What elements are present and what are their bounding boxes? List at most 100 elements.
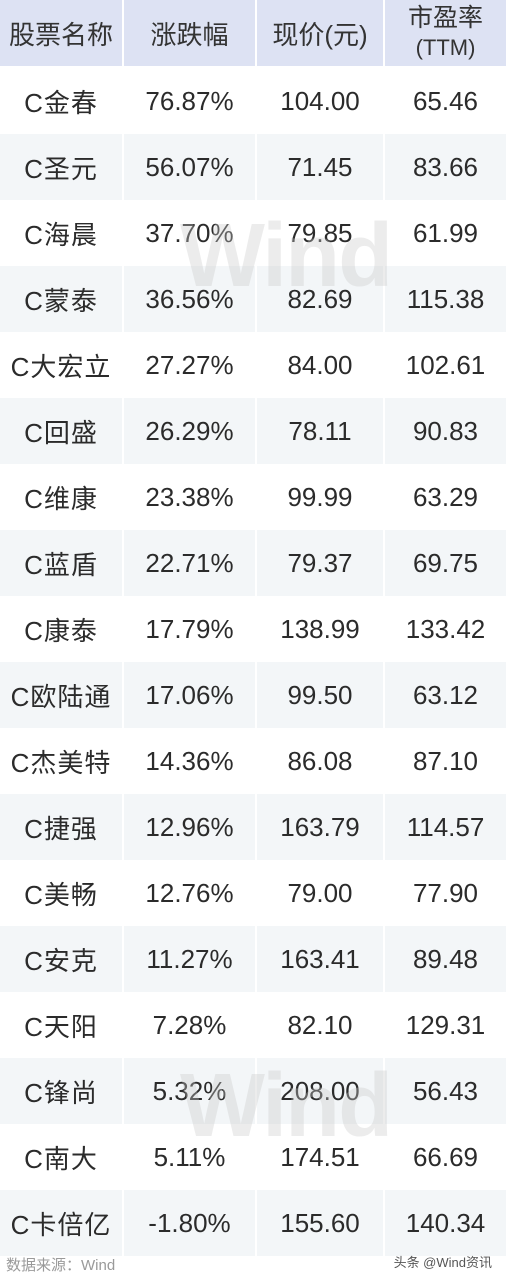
pe-cell: 102.61 (385, 332, 506, 398)
change-cell: 76.87% (124, 68, 257, 134)
header-pe: 市盈率 (TTM) (385, 0, 506, 66)
pe-cell: 63.29 (385, 464, 506, 530)
pe-cell: 90.83 (385, 398, 506, 464)
header-price: 现价(元) (257, 0, 385, 66)
price-cell: 99.50 (257, 662, 385, 728)
stock-name-cell: C捷强 (0, 794, 124, 860)
table-row: C回盛 26.29% 78.11 90.83 (0, 398, 506, 464)
price-cell: 208.00 (257, 1058, 385, 1124)
change-cell: 17.06% (124, 662, 257, 728)
table-body: C金春 76.87% 104.00 65.46 C圣元 56.07% 71.45 83.66 C… (0, 68, 506, 1256)
header-change: 涨跌幅 (124, 0, 257, 66)
stock-name-cell: C杰美特 (0, 728, 124, 794)
pe-cell: 115.38 (385, 266, 506, 332)
pe-cell: 56.43 (385, 1058, 506, 1124)
change-cell: 12.76% (124, 860, 257, 926)
table-row: C蓝盾 22.71% 79.37 69.75 (0, 530, 506, 596)
stock-name-cell: C安克 (0, 926, 124, 992)
stock-table: 股票名称 涨跌幅 现价(元) 市盈率 (TTM) C金春 76.87% 104.00… (0, 0, 506, 1256)
change-cell: 27.27% (124, 332, 257, 398)
stock-name-cell: C天阳 (0, 992, 124, 1058)
price-cell: 71.45 (257, 134, 385, 200)
stock-name-cell: C康泰 (0, 596, 124, 662)
table-row: C卡倍亿 -1.80% 155.60 140.34 (0, 1190, 506, 1256)
price-cell: 155.60 (257, 1190, 385, 1256)
table-row: C安克 11.27% 163.41 89.48 (0, 926, 506, 992)
data-source-note: 数据来源：Wind (6, 1257, 116, 1274)
stock-name-cell: C卡倍亿 (0, 1190, 124, 1256)
table-row: C捷强 12.96% 163.79 114.57 (0, 794, 506, 860)
change-cell: 36.56% (124, 266, 257, 332)
table-header: 股票名称 涨跌幅 现价(元) 市盈率 (TTM) (0, 0, 506, 68)
table-row: C康泰 17.79% 138.99 133.42 (0, 596, 506, 662)
header-pe-label: 市盈率 (407, 4, 483, 32)
price-cell: 99.99 (257, 464, 385, 530)
pe-cell: 69.75 (385, 530, 506, 596)
table-row: C圣元 56.07% 71.45 83.66 (0, 134, 506, 200)
pe-cell: 83.66 (385, 134, 506, 200)
change-cell: 26.29% (124, 398, 257, 464)
header-stock-name: 股票名称 (0, 0, 124, 66)
header-pe-ttm: (TTM) (415, 35, 476, 60)
change-cell: 5.32% (124, 1058, 257, 1124)
price-cell: 174.51 (257, 1124, 385, 1190)
stock-name-cell: C锋尚 (0, 1058, 124, 1124)
stock-name-cell: C金春 (0, 68, 124, 134)
stock-name-cell: C美畅 (0, 860, 124, 926)
pe-cell: 133.42 (385, 596, 506, 662)
table-row: C杰美特 14.36% 86.08 87.10 (0, 728, 506, 794)
pe-cell: 87.10 (385, 728, 506, 794)
table-row: C蒙泰 36.56% 82.69 115.38 (0, 266, 506, 332)
stock-name-cell: C蒙泰 (0, 266, 124, 332)
change-cell: 12.96% (124, 794, 257, 860)
price-cell: 86.08 (257, 728, 385, 794)
change-cell: 11.27% (124, 926, 257, 992)
price-cell: 79.37 (257, 530, 385, 596)
change-cell: -1.80% (124, 1190, 257, 1256)
change-cell: 7.28% (124, 992, 257, 1058)
source-credit: 头条 @Wind资讯 (393, 1255, 492, 1270)
change-cell: 22.71% (124, 530, 257, 596)
table-row: C南大 5.11% 174.51 66.69 (0, 1124, 506, 1190)
table-row: C大宏立 27.27% 84.00 102.61 (0, 332, 506, 398)
table-row: C锋尚 5.32% 208.00 56.43 (0, 1058, 506, 1124)
table-row: C美畅 12.76% 79.00 77.90 (0, 860, 506, 926)
table-row: C维康 23.38% 99.99 63.29 (0, 464, 506, 530)
stock-name-cell: C回盛 (0, 398, 124, 464)
price-cell: 104.00 (257, 68, 385, 134)
stock-name-cell: C南大 (0, 1124, 124, 1190)
table-row: C欧陆通 17.06% 99.50 63.12 (0, 662, 506, 728)
price-cell: 82.69 (257, 266, 385, 332)
pe-cell: 63.12 (385, 662, 506, 728)
pe-cell: 65.46 (385, 68, 506, 134)
change-cell: 17.79% (124, 596, 257, 662)
table-row: C金春 76.87% 104.00 65.46 (0, 68, 506, 134)
change-cell: 56.07% (124, 134, 257, 200)
change-cell: 37.70% (124, 200, 257, 266)
price-cell: 163.79 (257, 794, 385, 860)
change-cell: 5.11% (124, 1124, 257, 1190)
stock-name-cell: C大宏立 (0, 332, 124, 398)
stock-name-cell: C圣元 (0, 134, 124, 200)
change-cell: 23.38% (124, 464, 257, 530)
pe-cell: 61.99 (385, 200, 506, 266)
price-cell: 82.10 (257, 992, 385, 1058)
price-cell: 84.00 (257, 332, 385, 398)
pe-cell: 114.57 (385, 794, 506, 860)
price-cell: 163.41 (257, 926, 385, 992)
stock-name-cell: C维康 (0, 464, 124, 530)
pe-cell: 129.31 (385, 992, 506, 1058)
change-cell: 14.36% (124, 728, 257, 794)
stock-name-cell: C海晨 (0, 200, 124, 266)
price-cell: 78.11 (257, 398, 385, 464)
price-cell: 79.00 (257, 860, 385, 926)
pe-cell: 140.34 (385, 1190, 506, 1256)
price-cell: 138.99 (257, 596, 385, 662)
pe-cell: 77.90 (385, 860, 506, 926)
table-row: C天阳 7.28% 82.10 129.31 (0, 992, 506, 1058)
stock-name-cell: C蓝盾 (0, 530, 124, 596)
pe-cell: 89.48 (385, 926, 506, 992)
stock-name-cell: C欧陆通 (0, 662, 124, 728)
table-row: C海晨 37.70% 79.85 61.99 (0, 200, 506, 266)
price-cell: 79.85 (257, 200, 385, 266)
